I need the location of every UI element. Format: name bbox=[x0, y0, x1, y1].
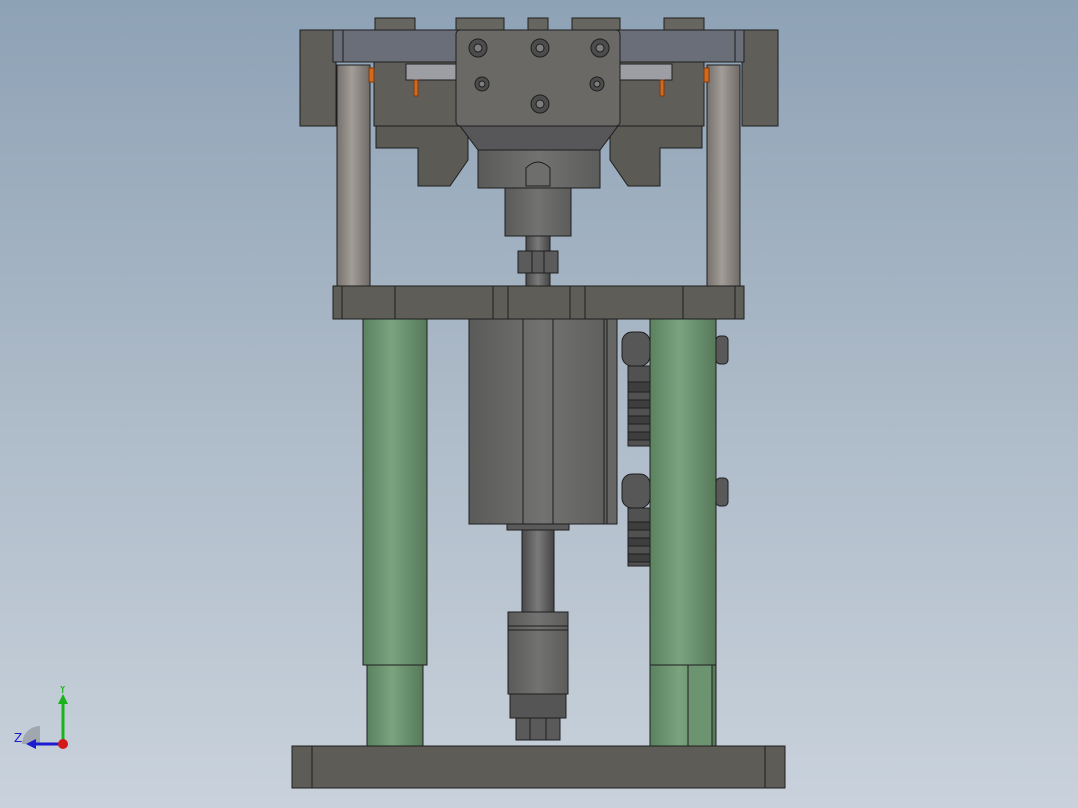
left-green-column bbox=[362, 317, 428, 747]
triad-plane-icon bbox=[22, 726, 40, 744]
lower-coupling bbox=[507, 611, 569, 741]
cad-viewport[interactable]: Y Z bbox=[0, 0, 1078, 808]
y-axis-label: Y bbox=[58, 686, 67, 696]
sensor-knobs bbox=[715, 335, 729, 507]
base-plate bbox=[291, 745, 786, 789]
axis-triad[interactable]: Y Z bbox=[10, 686, 80, 756]
center-mounting-plate bbox=[455, 29, 621, 127]
press-assembly-model[interactable] bbox=[0, 0, 1078, 808]
air-fitting-lower bbox=[621, 473, 651, 567]
upper-rod-nut bbox=[517, 235, 559, 287]
air-fitting-upper bbox=[621, 331, 651, 447]
conical-actuator bbox=[459, 125, 619, 237]
piston-rod bbox=[521, 529, 555, 613]
pneumatic-cylinder bbox=[468, 318, 618, 531]
x-axis-icon bbox=[58, 739, 68, 749]
z-axis-label: Z bbox=[14, 731, 22, 745]
right-green-column bbox=[649, 317, 717, 747]
middle-plate bbox=[332, 285, 745, 320]
